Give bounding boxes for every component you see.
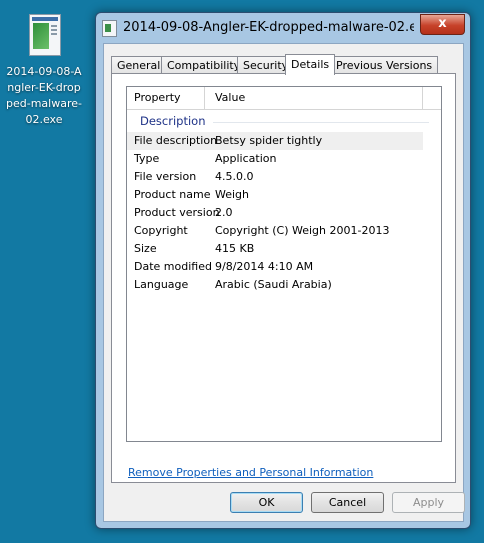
property-name: Product name <box>134 188 211 201</box>
property-name: Date modified <box>134 260 212 273</box>
property-value: 4.5.0.0 <box>215 170 254 183</box>
group-divider <box>213 122 429 123</box>
list-header: Property Value <box>127 87 441 110</box>
close-icon: x <box>438 16 447 31</box>
property-name: Size <box>134 242 157 255</box>
property-name: Product version <box>134 206 220 219</box>
property-value: Weigh <box>215 188 250 201</box>
tab-previous-versions[interactable]: Previous Versions <box>330 56 439 73</box>
property-value: 415 KB <box>215 242 255 255</box>
details-tab-panel: Property Value Description File descript… <box>111 73 456 483</box>
executable-file-icon <box>24 12 64 58</box>
properties-window: 2014-09-08-Angler-EK-dropped-malware-02.… <box>95 12 471 529</box>
property-value: Arabic (Saudi Arabia) <box>215 278 332 291</box>
property-value: Betsy spider tightly <box>215 134 323 147</box>
details-row[interactable]: Product version 2.0 <box>127 204 441 222</box>
property-value: 2.0 <box>215 206 233 219</box>
dialog-body: General Compatibility Security Details P… <box>103 43 465 522</box>
property-name: Type <box>134 152 160 165</box>
group-header[interactable]: Description <box>127 110 441 132</box>
details-list-view[interactable]: Property Value Description File descript… <box>126 86 442 442</box>
details-row[interactable]: Language Arabic (Saudi Arabia) <box>127 276 441 294</box>
details-row[interactable]: File version 4.5.0.0 <box>127 168 441 186</box>
group-header-label: Description <box>140 114 206 128</box>
column-header-value[interactable]: Value <box>205 87 423 109</box>
property-name: Copyright <box>134 224 188 237</box>
close-button[interactable]: x <box>420 14 465 35</box>
property-name: Language <box>134 278 189 291</box>
window-app-icon <box>102 20 117 37</box>
tab-general[interactable]: General <box>111 56 167 73</box>
property-name: File description <box>134 134 218 147</box>
column-header-property[interactable]: Property <box>127 87 205 109</box>
details-row[interactable]: Product name Weigh <box>127 186 441 204</box>
desktop-file-icon[interactable]: 2014-09-08-Angler-EK-dropped-malware-02.… <box>2 12 86 128</box>
apply-button[interactable]: Apply <box>392 492 465 513</box>
tab-compatibility[interactable]: Compatibility <box>161 56 247 73</box>
window-title: 2014-09-08-Angler-EK-dropped-malware-02.… <box>123 20 414 35</box>
details-row[interactable]: Size 415 KB <box>127 240 441 258</box>
tab-details[interactable]: Details <box>285 54 336 75</box>
details-row[interactable]: Copyright Copyright (C) Weigh 2001-2013 <box>127 222 441 240</box>
ok-button[interactable]: OK <box>230 492 303 513</box>
desktop-file-label: 2014-09-08-Angler-EK-dropped-malware-02.… <box>6 65 82 126</box>
title-bar[interactable]: 2014-09-08-Angler-EK-dropped-malware-02.… <box>96 13 470 43</box>
details-row[interactable]: Date modified 9/8/2014 4:10 AM <box>127 258 441 276</box>
property-value: Copyright (C) Weigh 2001-2013 <box>215 224 390 237</box>
details-row[interactable]: File description Betsy spider tightly <box>127 132 423 150</box>
remove-properties-link[interactable]: Remove Properties and Personal Informati… <box>128 466 373 479</box>
cancel-button[interactable]: Cancel <box>311 492 384 513</box>
property-value: Application <box>215 152 277 165</box>
tab-strip: General Compatibility Security Details P… <box>111 54 463 75</box>
property-name: File version <box>134 170 197 183</box>
property-value: 9/8/2014 4:10 AM <box>215 260 314 273</box>
details-row[interactable]: Type Application <box>127 150 441 168</box>
